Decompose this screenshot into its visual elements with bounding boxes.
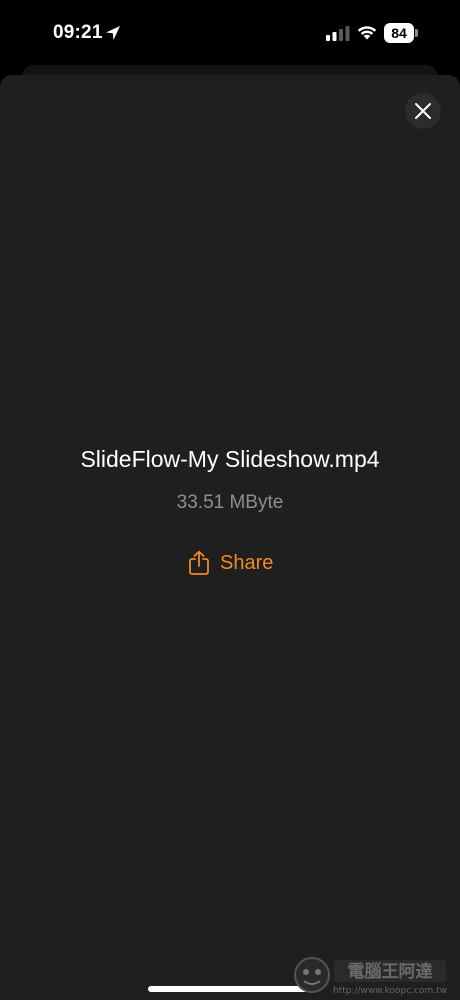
file-size: 33.51 MByte <box>176 492 284 513</box>
share-button[interactable]: Share <box>188 548 273 578</box>
watermark-logo: 電腦王阿達 http://www.koopc.com.tw <box>294 957 447 996</box>
home-indicator[interactable] <box>148 986 312 992</box>
location-arrow-icon <box>106 26 120 40</box>
cellular-signal-icon <box>326 26 350 41</box>
wifi-icon <box>357 26 377 40</box>
close-button[interactable] <box>405 93 441 129</box>
svg-text:http://www.koopc.com.tw: http://www.koopc.com.tw <box>333 986 447 996</box>
svg-text:電腦王阿達: 電腦王阿達 <box>348 961 433 982</box>
status-bar: 09:21 84 <box>0 0 460 64</box>
close-icon <box>415 103 431 119</box>
share-icon <box>189 550 209 575</box>
file-preview-sheet <box>0 75 460 1000</box>
battery-level: 84 <box>384 23 414 43</box>
status-time: 09:21 <box>53 22 103 43</box>
battery-icon: 84 <box>384 23 420 43</box>
file-name: SlideFlow-My Slideshow.mp4 <box>80 446 380 472</box>
battery-cap <box>415 29 418 37</box>
share-label: Share <box>220 551 274 574</box>
